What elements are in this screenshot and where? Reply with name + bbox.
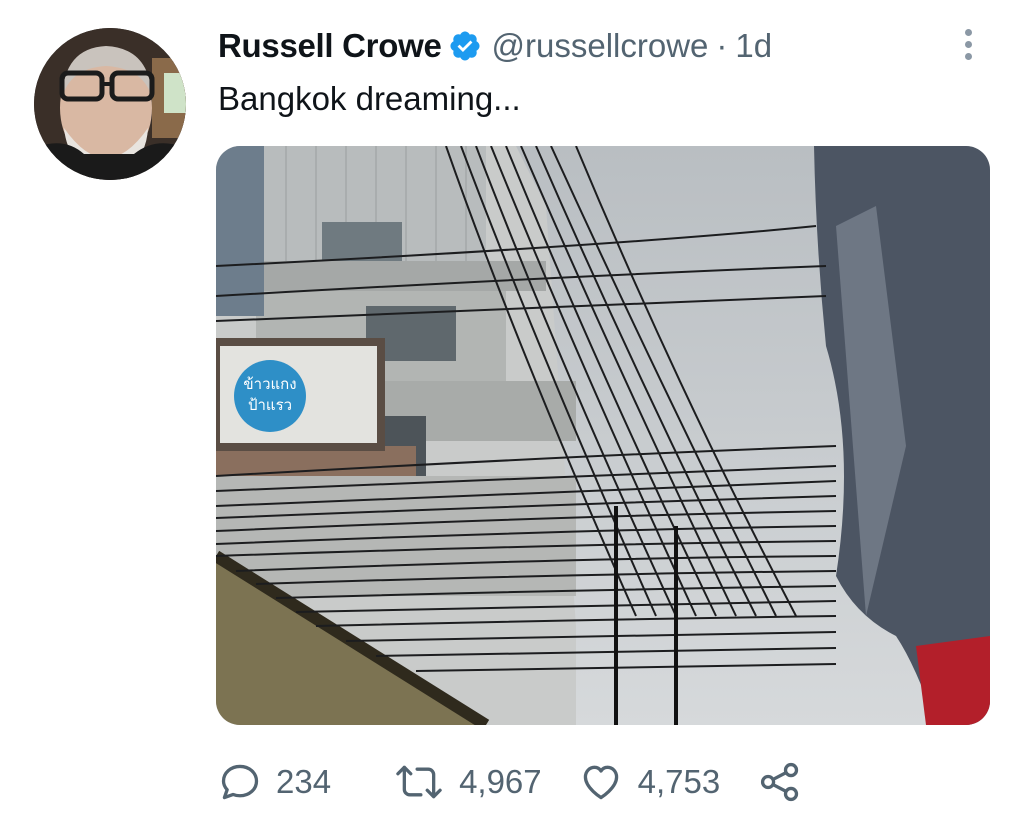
author-handle[interactable]: @russellcrowe — [492, 27, 709, 65]
reply-icon — [221, 764, 259, 800]
reply-count: 234 — [276, 763, 332, 800]
more-options-icon[interactable] — [950, 22, 986, 66]
sign-text-2: ป้าแรว — [248, 396, 292, 414]
like-count: 4,753 — [637, 763, 721, 800]
like-button[interactable]: 4,753 — [578, 760, 721, 804]
verified-badge-icon — [449, 31, 480, 61]
tweet-photo[interactable]: ข้าวแกง ป้าแรว — [216, 146, 990, 725]
share-icon — [761, 762, 799, 802]
more-dot — [964, 40, 972, 48]
retweet-button[interactable]: 4,967 — [393, 760, 542, 804]
more-dot — [964, 28, 972, 36]
author-name[interactable]: Russell Crowe — [218, 27, 442, 65]
retweet-icon — [396, 765, 442, 799]
more-dot — [964, 52, 972, 60]
avatar-photo — [34, 28, 186, 180]
retweet-count: 4,967 — [459, 763, 542, 800]
separator-dot: · — [716, 27, 728, 64]
tweet-actions: 234 4,967 4,753 — [218, 752, 802, 812]
share-button[interactable] — [758, 760, 802, 804]
like-icon — [583, 765, 618, 800]
avatar[interactable] — [34, 28, 186, 180]
reply-button[interactable]: 234 — [218, 760, 331, 804]
street-photo: ข้าวแกง ป้าแรว — [216, 146, 990, 725]
sign-text-1: ข้าวแกง — [243, 375, 296, 393]
tweet-text: Bangkok dreaming... — [218, 80, 521, 117]
tweet-timestamp[interactable]: 1d — [735, 27, 772, 65]
tweet-header: Russell Crowe @russellcrowe · 1d — [218, 24, 772, 68]
